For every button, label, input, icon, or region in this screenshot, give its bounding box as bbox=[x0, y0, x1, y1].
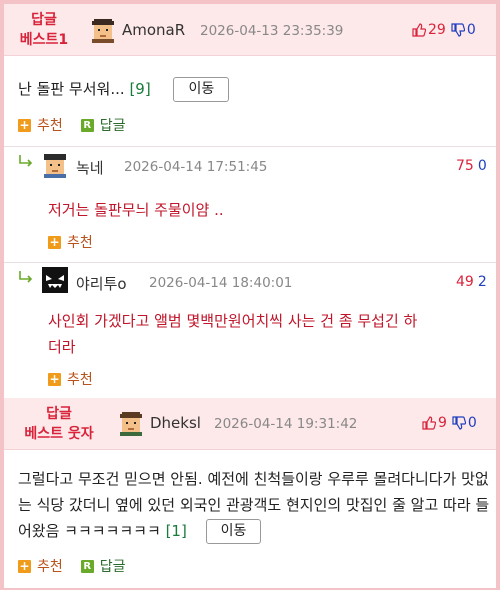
r-icon: R bbox=[80, 118, 94, 132]
plus-icon: + bbox=[18, 117, 31, 132]
reply-text-line-2: 더라 bbox=[48, 338, 76, 356]
author-name[interactable]: Dheksl bbox=[150, 414, 201, 432]
reply-arrow-icon bbox=[18, 154, 34, 172]
author-name[interactable]: 야리투o bbox=[76, 273, 127, 294]
comment-body: 난 돌판 무서워... [9] 이동 bbox=[18, 76, 488, 102]
comment-datetime: 2026-04-14 18:40:01 bbox=[149, 275, 293, 291]
comment-datetime: 2026-04-14 17:51:45 bbox=[124, 159, 268, 175]
recommend-label: 추천 bbox=[37, 559, 63, 575]
badge-line-2: 베스트1 bbox=[19, 32, 69, 48]
upvote-count: 49 bbox=[456, 274, 474, 290]
reply-actions: + 추천 bbox=[48, 369, 93, 389]
reply-count[interactable]: [9] bbox=[129, 80, 150, 98]
reply-button[interactable]: R 답글 bbox=[80, 556, 126, 576]
comment-actions: + 추천 R 답글 bbox=[18, 556, 126, 576]
comment-text: 난 돌판 무서워... bbox=[18, 80, 125, 98]
reply-text-line-1: 사인회 가겠다고 앨범 몇백만원어치씩 사는 건 좀 무섭긴 하 bbox=[48, 312, 418, 330]
divider bbox=[4, 262, 496, 263]
avatar[interactable] bbox=[42, 152, 68, 178]
recommend-button[interactable]: + 추천 bbox=[18, 115, 63, 135]
recommend-button[interactable]: + 추천 bbox=[48, 232, 93, 252]
reply-count[interactable]: [1] bbox=[166, 522, 187, 540]
plus-icon: + bbox=[48, 234, 61, 249]
comment-actions: + 추천 R 답글 bbox=[18, 115, 126, 135]
recommend-label: 추천 bbox=[67, 235, 93, 251]
vote-counts: 75 0 bbox=[456, 158, 487, 174]
reply-actions: + 추천 bbox=[48, 232, 93, 252]
downvote-count: 0 bbox=[467, 415, 477, 431]
recommend-button[interactable]: + 추천 bbox=[18, 556, 63, 576]
thumb-down-icon[interactable] bbox=[452, 416, 466, 430]
upvote-count: 29 bbox=[428, 22, 446, 38]
comment-datetime: 2026-04-14 19:31:42 bbox=[214, 416, 358, 432]
reply-label: 답글 bbox=[99, 559, 126, 575]
reply-label: 답글 bbox=[99, 118, 126, 134]
move-button[interactable]: 이동 bbox=[205, 519, 262, 544]
recommend-button[interactable]: + 추천 bbox=[48, 369, 93, 389]
reply-arrow-icon bbox=[18, 270, 34, 288]
downvote-count: 0 bbox=[477, 158, 487, 174]
avatar[interactable] bbox=[118, 410, 144, 436]
plus-icon: + bbox=[18, 558, 31, 573]
thumb-up-icon[interactable] bbox=[412, 23, 426, 37]
avatar[interactable] bbox=[42, 267, 68, 293]
downvote-count: 2 bbox=[477, 274, 487, 290]
vote-box: 29 0 bbox=[412, 22, 476, 38]
upvote-count: 9 bbox=[438, 415, 447, 431]
comment-datetime: 2026-04-13 23:35:39 bbox=[200, 23, 344, 39]
vote-box: 9 0 bbox=[422, 415, 477, 431]
reply-button[interactable]: R 답글 bbox=[80, 115, 126, 135]
best-badge: 답글 베스트1 bbox=[14, 10, 74, 50]
thumb-up-icon[interactable] bbox=[422, 416, 436, 430]
comment-body: 그럴다고 무조건 믿으면 안됨. 예전에 친척들이랑 우루루 몰려다니다가 맛없… bbox=[18, 466, 490, 544]
author-name[interactable]: AmonaR bbox=[122, 21, 185, 39]
comment-list: 답글 베스트1 AmonaR 2026-04-13 23:35:39 29 0 … bbox=[4, 4, 496, 588]
recommend-label: 추천 bbox=[37, 118, 63, 134]
best-comment-header: 답글 베스트 웃자 Dheksl 2026-04-14 19:31:42 9 0 bbox=[4, 398, 496, 450]
downvote-count: 0 bbox=[466, 22, 476, 38]
badge-line-2: 베스트 웃자 bbox=[24, 426, 94, 442]
best-comment-header: 답글 베스트1 AmonaR 2026-04-13 23:35:39 29 0 bbox=[4, 4, 496, 56]
vote-counts: 49 2 bbox=[456, 274, 487, 290]
divider bbox=[4, 146, 496, 147]
plus-icon: + bbox=[48, 371, 61, 386]
best-badge: 답글 베스트 웃자 bbox=[16, 404, 102, 444]
upvote-count: 75 bbox=[456, 158, 474, 174]
badge-line-1: 답글 bbox=[31, 12, 57, 28]
badge-line-1: 답글 bbox=[46, 406, 72, 422]
reply-text: 사인회 가겠다고 앨범 몇백만원어치씩 사는 건 좀 무섭긴 하 더라 bbox=[48, 308, 494, 360]
thumb-down-icon[interactable] bbox=[451, 23, 465, 37]
avatar[interactable] bbox=[90, 17, 116, 43]
recommend-label: 추천 bbox=[67, 372, 93, 388]
author-name[interactable]: 녹네 bbox=[76, 157, 104, 178]
reply-text: 저거는 돌판무늬 주물이얌 .. bbox=[48, 201, 224, 219]
move-button[interactable]: 이동 bbox=[173, 77, 230, 102]
r-icon: R bbox=[80, 559, 94, 573]
